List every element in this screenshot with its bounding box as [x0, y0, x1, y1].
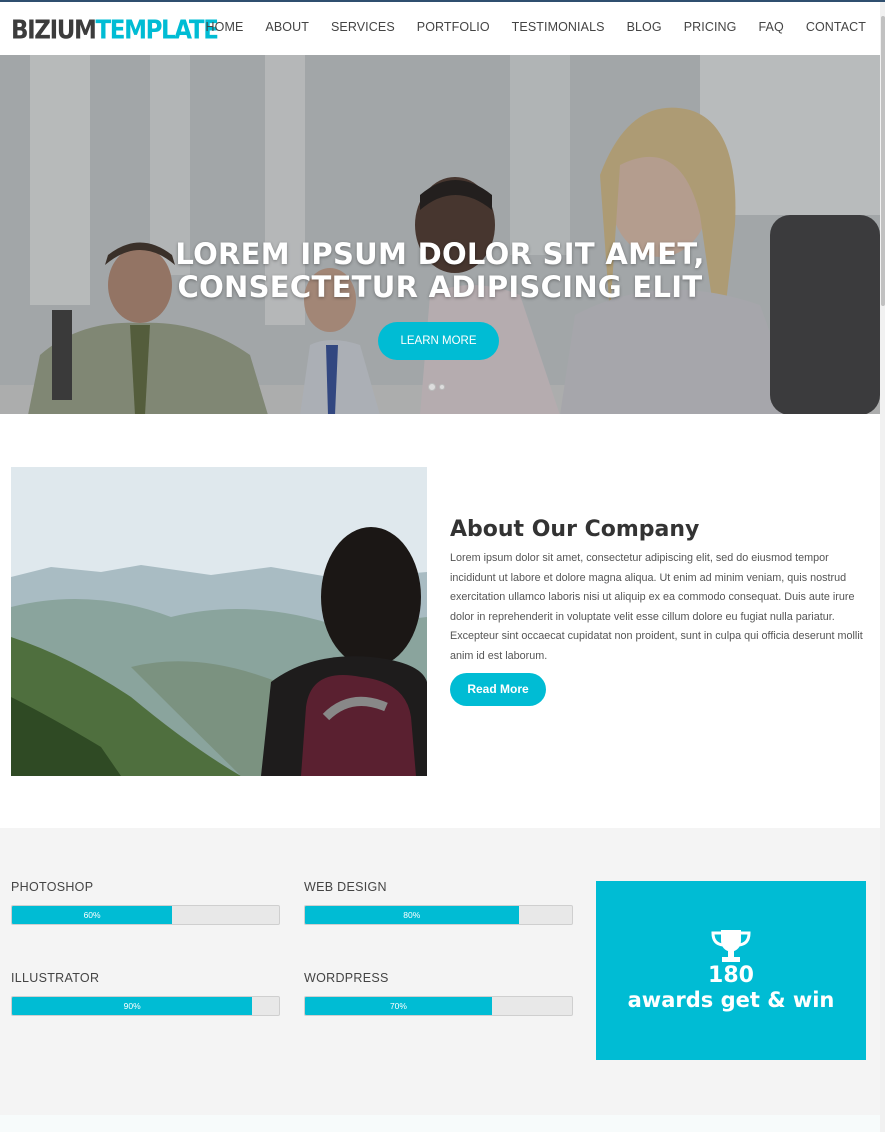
skill-label-photoshop: PHOTOSHOP: [11, 880, 94, 894]
learn-more-button[interactable]: LEARN MORE: [378, 322, 499, 360]
nav-testimonials[interactable]: TESTIMONIALS: [512, 20, 605, 34]
hero-slider: LOREM IPSUM DOLOR SIT AMET, CONSECTETUR …: [0, 55, 880, 414]
nav-pricing[interactable]: PRICING: [684, 20, 737, 34]
trophy-icon: [711, 930, 751, 962]
skill-bar-illustrator: 90%: [11, 996, 280, 1016]
scrollbar-thumb[interactable]: [881, 16, 885, 306]
skill-label-wordpress: WORDPRESS: [304, 971, 389, 985]
skill-label-illustrator: ILLUSTRATOR: [11, 971, 100, 985]
skill-percent: 80%: [403, 910, 421, 920]
slider-dot-active[interactable]: [428, 383, 436, 391]
about-image: [11, 467, 427, 776]
skill-label-web-design: WEB DESIGN: [304, 880, 387, 894]
about-text: Lorem ipsum dolor sit amet, consectetur …: [450, 552, 863, 662]
nav-home[interactable]: HOME: [206, 20, 244, 34]
mountain-hiker-photo: [11, 467, 427, 776]
awards-text: awards get & win: [627, 988, 835, 1012]
nav-about[interactable]: ABOUT: [265, 20, 309, 34]
slider-dots: [428, 383, 445, 391]
awards-box: 180 awards get & win: [596, 881, 866, 1060]
hero-overlay: [0, 55, 880, 414]
awards-count: 180: [708, 963, 754, 988]
nav-services[interactable]: SERVICES: [331, 20, 395, 34]
skill-bar-photoshop: 60%: [11, 905, 280, 925]
skill-bar-wordpress: 70%: [304, 996, 573, 1016]
main-nav: HOME ABOUT SERVICES PORTFOLIO TESTIMONIA…: [184, 20, 867, 34]
site-header: BIZIUMTEMPLATE HOME ABOUT SERVICES PORTF…: [0, 2, 880, 55]
next-section-edge: [0, 1115, 880, 1132]
nav-faq[interactable]: FAQ: [759, 20, 784, 34]
skill-percent: 90%: [123, 1001, 141, 1011]
about-title: About Our Company: [450, 517, 700, 542]
hero-title: LOREM IPSUM DOLOR SIT AMET, CONSECTETUR …: [175, 237, 705, 304]
slider-dot[interactable]: [439, 384, 445, 390]
nav-portfolio[interactable]: PORTFOLIO: [417, 20, 490, 34]
nav-blog[interactable]: BLOG: [627, 20, 662, 34]
skill-percent: 60%: [83, 910, 101, 920]
skill-bar-web-design: 80%: [304, 905, 573, 925]
skill-percent: 70%: [389, 1001, 407, 1011]
read-more-button[interactable]: Read More: [450, 673, 546, 706]
page-scrollbar[interactable]: [880, 2, 885, 1132]
nav-contact[interactable]: CONTACT: [806, 20, 866, 34]
